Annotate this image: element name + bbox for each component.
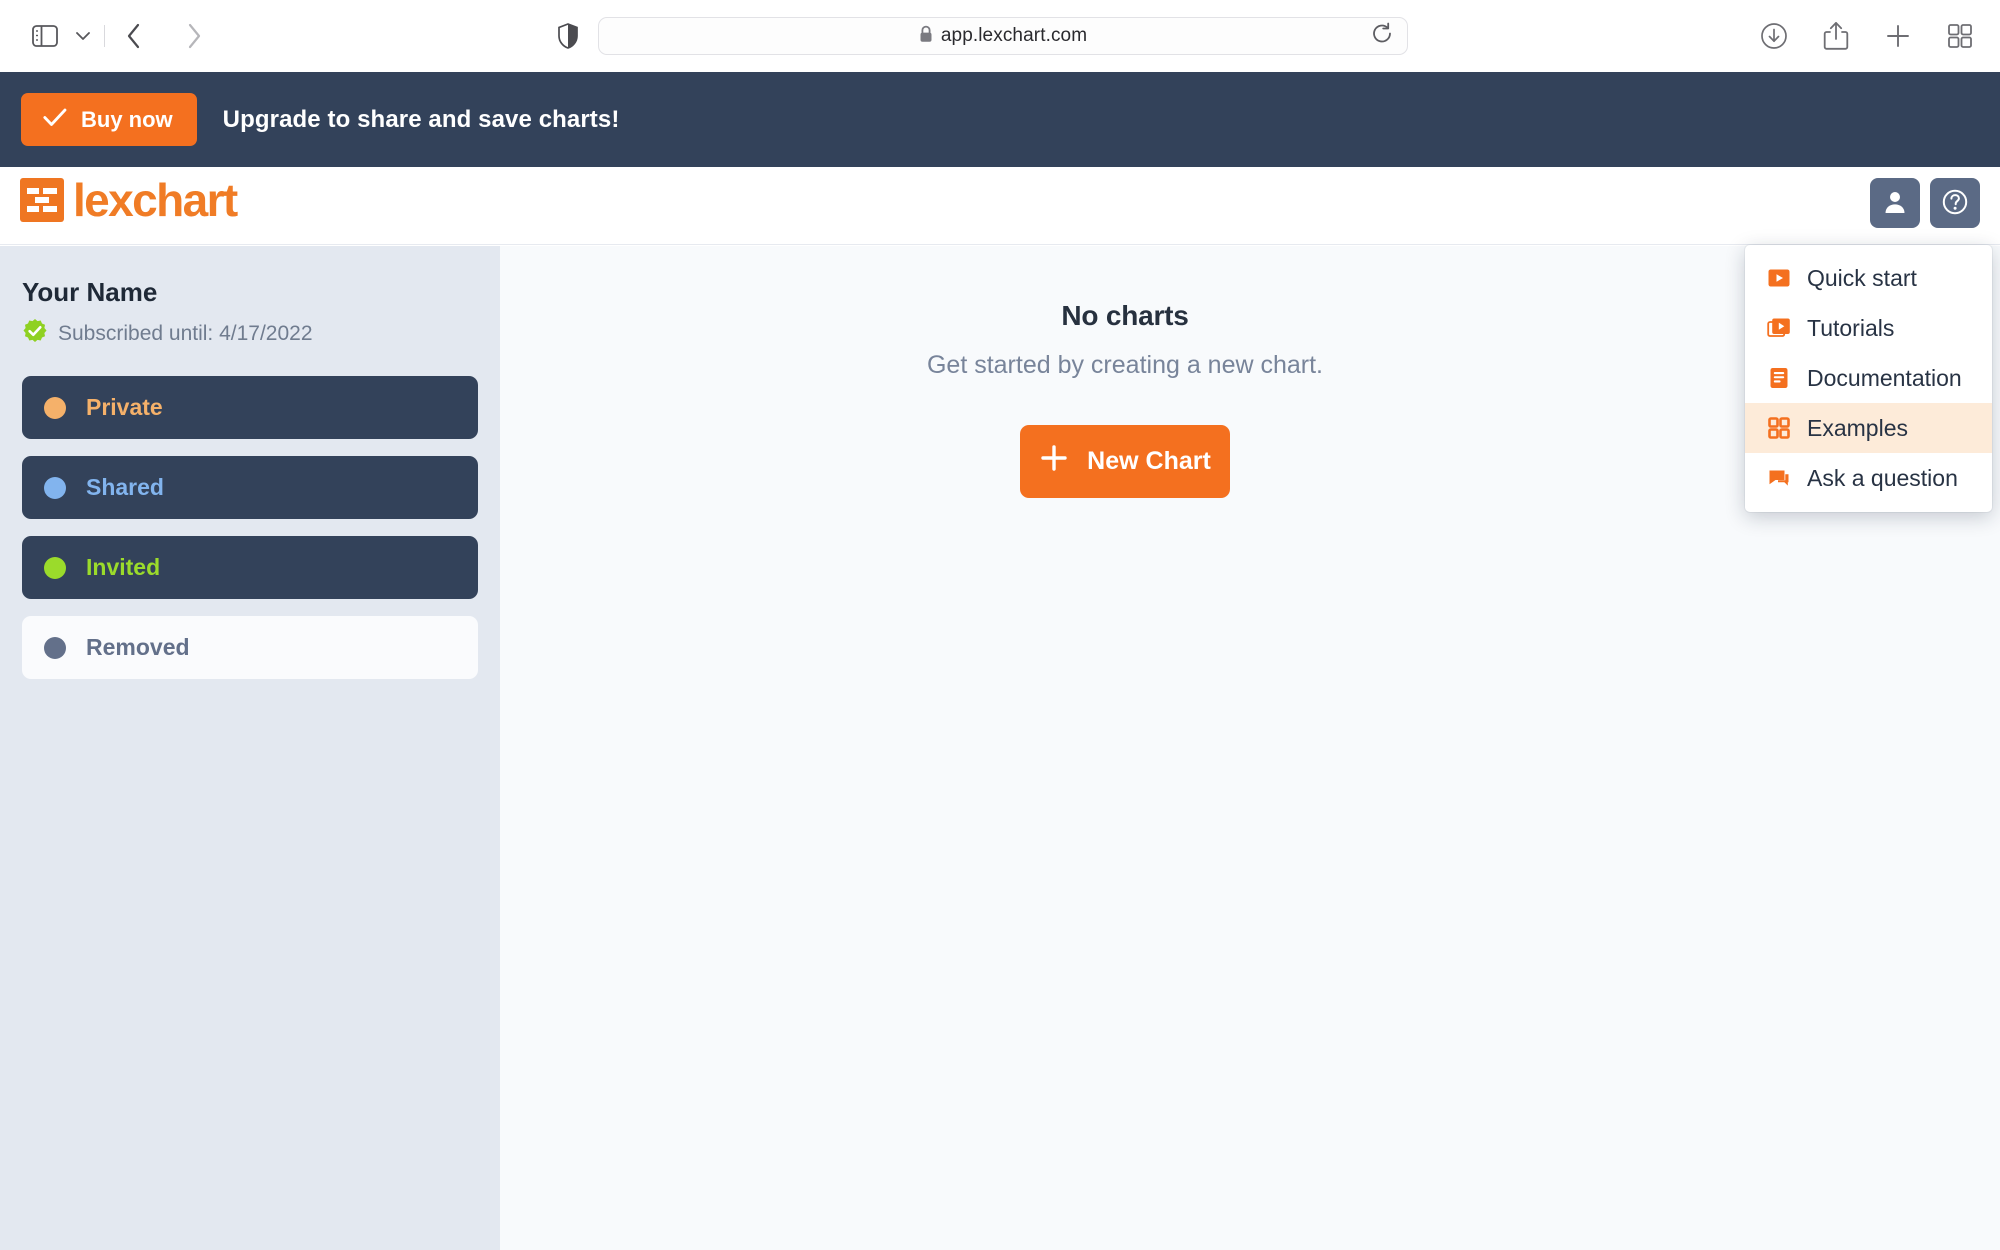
status-dot-invited bbox=[44, 556, 66, 579]
menu-item-label: Quick start bbox=[1807, 264, 1917, 291]
page-title: No charts bbox=[1061, 300, 1189, 331]
tab-overview-icon[interactable] bbox=[1940, 16, 1980, 56]
forward-chevron-icon[interactable] bbox=[171, 13, 217, 59]
check-icon bbox=[43, 107, 67, 133]
share-icon[interactable] bbox=[1816, 16, 1856, 56]
browser-nav-controls bbox=[0, 13, 217, 59]
menu-item-documentation[interactable]: Documentation bbox=[1745, 353, 1992, 403]
menu-item-label: Examples bbox=[1807, 414, 1908, 441]
privacy-shield-icon[interactable] bbox=[545, 13, 591, 59]
header-actions bbox=[1870, 178, 1980, 228]
menu-item-label: Documentation bbox=[1807, 364, 1962, 391]
question-mark-icon bbox=[1941, 188, 1969, 219]
empty-state-subtitle: Get started by creating a new chart. bbox=[926, 351, 1324, 379]
sidebar-nav: Private Shared Invited Removed bbox=[0, 349, 500, 679]
app-header: lexchart bbox=[0, 167, 2000, 245]
menu-item-ask-a-question[interactable]: Ask a question bbox=[1745, 453, 1992, 503]
buy-now-label: Buy now bbox=[81, 106, 173, 132]
upgrade-message: Upgrade to share and save charts! bbox=[222, 105, 620, 133]
lexchart-logo-icon bbox=[20, 178, 64, 222]
grid-squares-icon bbox=[1767, 416, 1791, 440]
help-button[interactable] bbox=[1930, 178, 1980, 228]
upgrade-banner: Buy now Upgrade to share and save charts… bbox=[0, 72, 2000, 167]
status-dot-removed bbox=[44, 636, 66, 659]
chevron-down-icon[interactable] bbox=[68, 13, 98, 59]
new-chart-button[interactable]: New Chart bbox=[1020, 425, 1230, 498]
buy-now-button[interactable]: Buy now bbox=[21, 93, 197, 146]
sidebar-item-label: Private bbox=[86, 394, 163, 420]
downloads-icon[interactable] bbox=[1754, 16, 1794, 56]
account-name: Your Name bbox=[22, 277, 158, 307]
empty-state: No charts Get started by creating a new … bbox=[500, 246, 1750, 498]
back-chevron-icon[interactable] bbox=[111, 13, 157, 59]
url-text: app.lexchart.com bbox=[940, 25, 1088, 46]
toolbar-divider bbox=[104, 25, 105, 47]
stacked-play-icon bbox=[1767, 316, 1791, 340]
user-icon bbox=[1882, 189, 1908, 218]
plus-icon bbox=[1039, 443, 1069, 480]
document-lines-icon bbox=[1767, 366, 1791, 390]
menu-item-examples[interactable]: Examples bbox=[1745, 403, 1992, 453]
sidebar-toggle-icon[interactable] bbox=[22, 13, 68, 59]
account-button[interactable] bbox=[1870, 178, 1920, 228]
lexchart-logo[interactable]: lexchart bbox=[20, 174, 238, 226]
menu-item-label: Tutorials bbox=[1807, 314, 1895, 341]
status-dot-private bbox=[44, 396, 66, 419]
menu-item-label: Ask a question bbox=[1807, 464, 1958, 491]
address-bar[interactable]: app.lexchart.com bbox=[598, 17, 1408, 55]
new-chart-label: New Chart bbox=[1087, 447, 1211, 475]
menu-item-quick-start[interactable]: Quick start bbox=[1745, 253, 1992, 303]
play-square-icon bbox=[1767, 266, 1791, 290]
verified-check-badge-icon bbox=[22, 318, 48, 349]
reload-icon[interactable] bbox=[1371, 22, 1393, 50]
sidebar-item-private[interactable]: Private bbox=[22, 376, 478, 439]
menu-item-tutorials[interactable]: Tutorials bbox=[1745, 303, 1992, 353]
plus-icon[interactable] bbox=[1878, 16, 1918, 56]
sidebar-item-label: Removed bbox=[86, 634, 190, 660]
browser-toolbar: app.lexchart.com bbox=[0, 0, 2000, 72]
lock-icon bbox=[919, 25, 933, 48]
browser-actions bbox=[1754, 0, 1980, 72]
logo-wordmark: lexchart bbox=[73, 174, 238, 226]
sidebar-item-removed[interactable]: Removed bbox=[22, 616, 478, 679]
sidebar-item-shared[interactable]: Shared bbox=[22, 456, 478, 519]
sidebar-item-label: Invited bbox=[86, 554, 161, 580]
subscription-text: Subscribed until: 4/17/2022 bbox=[58, 321, 313, 345]
status-dot-shared bbox=[44, 476, 66, 499]
sidebar: Your Name Subscribed until: 4/17/2022 Pr… bbox=[0, 246, 500, 1250]
help-dropdown-menu: Quick start Tutorials Documentation Exam… bbox=[1745, 245, 1992, 512]
sidebar-item-label: Shared bbox=[86, 474, 164, 500]
chat-bubbles-icon bbox=[1767, 466, 1791, 490]
subscription-status: Subscribed until: 4/17/2022 bbox=[0, 308, 500, 349]
sidebar-item-invited[interactable]: Invited bbox=[22, 536, 478, 599]
